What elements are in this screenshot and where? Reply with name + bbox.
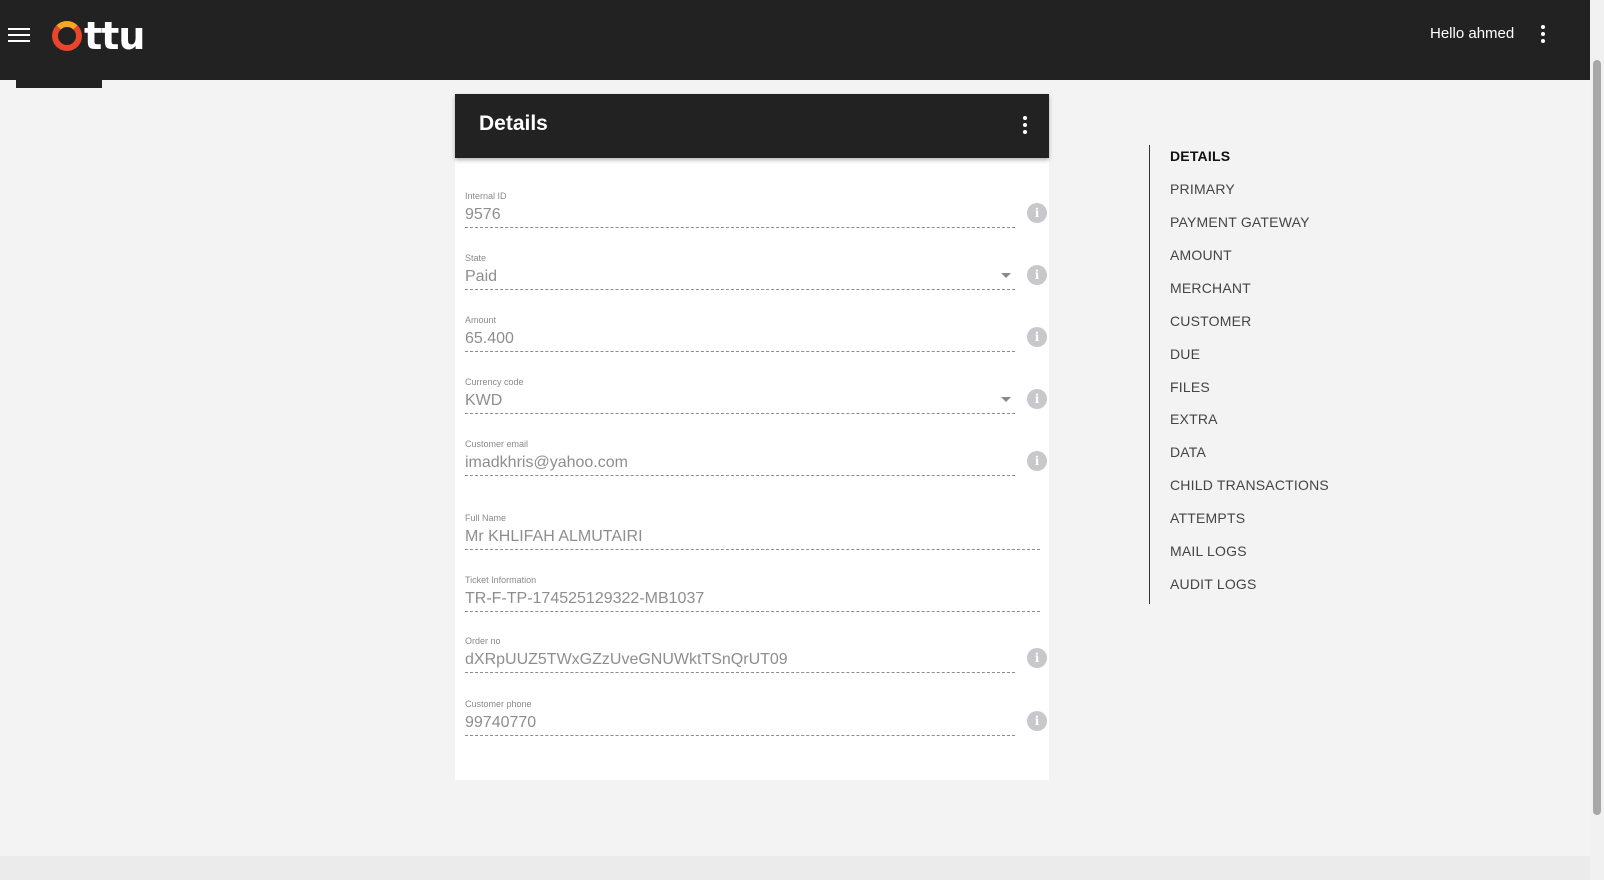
currency-code-field: Currency code i	[465, 376, 1047, 414]
nav-item-audit-logs[interactable]: AUDIT LOGS	[1170, 576, 1257, 592]
details-card: Details Internal ID i State i Amount i C…	[455, 94, 1049, 780]
nav-item-mail-logs[interactable]: MAIL LOGS	[1170, 543, 1247, 559]
nav-item-customer[interactable]: CUSTOMER	[1170, 313, 1251, 329]
nav-item-merchant[interactable]: MERCHANT	[1170, 280, 1251, 296]
card-title: Details	[479, 112, 548, 135]
logo-text: ttu	[84, 14, 145, 58]
internal-id-field: Internal ID i	[465, 190, 1047, 228]
page-footer-strip	[0, 856, 1590, 880]
field-label: Customer phone	[465, 699, 532, 709]
section-nav: DETAILS PRIMARY PAYMENT GATEWAY AMOUNT M…	[1149, 145, 1390, 604]
info-icon[interactable]: i	[1027, 265, 1047, 285]
nav-item-data[interactable]: DATA	[1170, 444, 1206, 460]
vertical-scrollbar[interactable]	[1590, 0, 1604, 880]
card-more-vert-icon[interactable]	[1021, 116, 1029, 136]
field-label: Internal ID	[465, 191, 507, 201]
card-header: Details	[455, 94, 1049, 158]
top-app-bar: ttu Hello ahmed	[0, 0, 1590, 80]
state-select[interactable]	[465, 264, 1015, 290]
ticket-information-input[interactable]	[465, 586, 1040, 612]
full-name-input[interactable]	[465, 524, 1040, 550]
nav-item-primary[interactable]: PRIMARY	[1170, 181, 1235, 197]
field-label: State	[465, 253, 487, 263]
logo-ring-icon	[52, 21, 82, 51]
nav-item-details[interactable]: DETAILS	[1170, 148, 1230, 164]
field-label: Full Name	[465, 513, 507, 523]
arrow-drop-down-icon[interactable]	[1001, 397, 1011, 402]
currency-code-select[interactable]	[465, 388, 1015, 414]
nav-item-payment-gateway[interactable]: PAYMENT GATEWAY	[1170, 214, 1310, 230]
field-label: Currency code	[465, 377, 524, 387]
order-no-field: Order no i	[465, 635, 1047, 673]
internal-id-input[interactable]	[465, 202, 1015, 228]
ottu-logo[interactable]: ttu	[52, 14, 145, 58]
info-icon[interactable]: i	[1027, 327, 1047, 347]
customer-phone-input[interactable]	[465, 710, 1015, 736]
hamburger-menu-icon[interactable]	[8, 24, 30, 46]
field-label: Amount	[465, 315, 497, 325]
field-label: Customer email	[465, 439, 529, 449]
field-label: Order no	[465, 636, 501, 646]
customer-email-field: Customer email i	[465, 438, 1047, 476]
nav-item-amount[interactable]: AMOUNT	[1170, 247, 1232, 263]
scrollbar-thumb[interactable]	[1593, 60, 1601, 815]
field-label: Ticket Information	[465, 575, 537, 585]
full-name-field: Full Name	[465, 512, 1040, 550]
nav-item-due[interactable]: DUE	[1170, 346, 1200, 362]
customer-email-input[interactable]	[465, 450, 1015, 476]
nav-item-attempts[interactable]: ATTEMPTS	[1170, 510, 1245, 526]
state-field: State i	[465, 252, 1047, 290]
info-icon[interactable]: i	[1027, 389, 1047, 409]
info-icon[interactable]: i	[1027, 203, 1047, 223]
nav-item-extra[interactable]: EXTRA	[1170, 411, 1218, 427]
customer-phone-field: Customer phone i	[465, 698, 1047, 736]
info-icon[interactable]: i	[1027, 711, 1047, 731]
nav-item-child-transactions[interactable]: CHILD TRANSACTIONS	[1170, 477, 1329, 493]
hidden-tab-stub	[16, 80, 102, 88]
order-no-input[interactable]	[465, 647, 1015, 673]
amount-field: Amount i	[465, 314, 1047, 352]
amount-input[interactable]	[465, 326, 1015, 352]
ticket-information-field: Ticket Information	[465, 574, 1040, 612]
more-vert-icon[interactable]	[1538, 25, 1548, 45]
info-icon[interactable]: i	[1027, 451, 1047, 471]
user-greeting: Hello ahmed	[1430, 25, 1515, 42]
arrow-drop-down-icon[interactable]	[1001, 273, 1011, 278]
nav-item-files[interactable]: FILES	[1170, 379, 1210, 395]
info-icon[interactable]: i	[1027, 648, 1047, 668]
